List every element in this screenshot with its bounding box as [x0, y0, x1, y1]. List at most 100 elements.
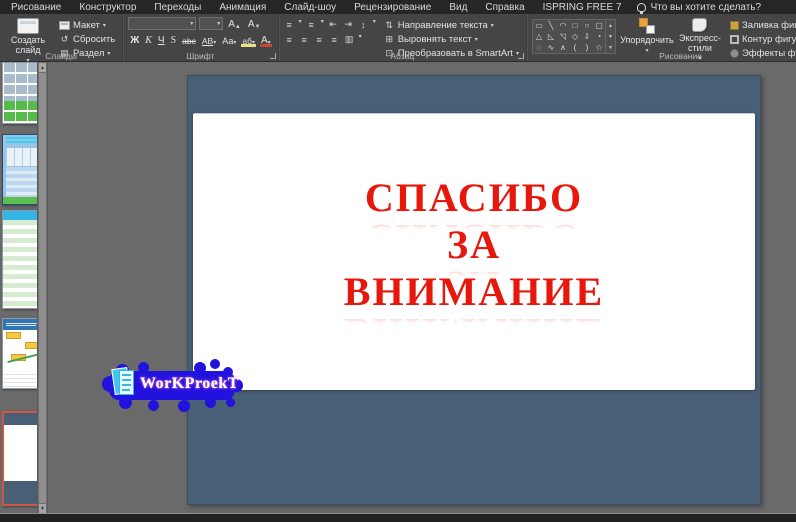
slide-thumbnail-4[interactable]: [2, 318, 37, 389]
font-color-button[interactable]: А ▾: [259, 33, 273, 47]
font-dialog-launcher[interactable]: [269, 53, 276, 59]
bullets-button[interactable]: ≡: [284, 19, 295, 30]
thumbnail-rows: [3, 374, 37, 388]
tab-animations[interactable]: Анимация: [210, 0, 275, 14]
slide-canvas[interactable]: СПАСИБО СПАСИБО ЗА ЗА ВНИМАНИЕ ВНИМАНИЕ: [187, 75, 761, 505]
thumbnail-bottom-band: [4, 481, 37, 504]
tab-design[interactable]: Конструктор: [70, 0, 145, 14]
arrange-icon: [638, 18, 655, 34]
shape-icon[interactable]: ◹: [557, 31, 569, 42]
character-spacing-button[interactable]: АВ ▾: [200, 33, 218, 46]
scrollbar-down-button[interactable]: ▼: [39, 504, 46, 513]
headline-reflection: ЗА: [447, 265, 501, 278]
shape-icon[interactable]: ⇩: [581, 31, 593, 42]
slide-thumbnail-5-selected[interactable]: [2, 411, 37, 506]
thumbnail-table: [6, 148, 37, 166]
tell-me-box[interactable]: Что вы хотите сделать?: [636, 1, 762, 14]
slide-content-area[interactable]: СПАСИБО СПАСИБО ЗА ЗА ВНИМАНИЕ ВНИМАНИЕ: [193, 113, 755, 390]
tab-transitions[interactable]: Переходы: [145, 0, 210, 14]
shape-icon[interactable]: ○: [581, 20, 593, 31]
highlight-color-button[interactable]: аб ▾: [240, 33, 257, 47]
tab-drawing[interactable]: Рисование: [2, 0, 70, 14]
italic-label: К: [145, 35, 152, 46]
tell-me-label: Что вы хотите сделать?: [650, 1, 762, 13]
justify-button[interactable]: ≡: [329, 34, 340, 45]
thumbnail-table-green: [3, 101, 37, 123]
slide-thumbnail-1[interactable]: [2, 62, 37, 124]
shrink-font-button[interactable]: А ▼: [246, 17, 263, 30]
text-direction-button[interactable]: ⇅ Направление текста ▾: [382, 19, 521, 32]
tab-slideshow[interactable]: Слайд-шоу: [275, 0, 345, 14]
increase-indent-button[interactable]: ⇥: [343, 19, 354, 30]
paragraph-dialog-launcher[interactable]: [517, 53, 524, 59]
align-left-button[interactable]: ≡: [284, 34, 295, 45]
line-spacing-button[interactable]: ↕: [358, 19, 369, 30]
tab-view[interactable]: Вид: [440, 0, 476, 14]
logo-document-icon: [111, 366, 136, 398]
align-center-button[interactable]: ≡: [299, 34, 310, 45]
ribbon-group-drawing: ▭ ╲ ◠ □ ○ ▢ △ ◺ ◹ ◇ ⇩ ◔ ◌ ∿ ∧ ( ) ☆ ▲ ▼ …: [527, 14, 796, 62]
work-area: ▲ ▼ СПАСИБО СПАСИБО ЗА ЗА ВНИМАНИЕ ВНИМА…: [0, 62, 796, 514]
shape-icon[interactable]: ▢: [593, 20, 605, 31]
lightbulb-icon: [636, 2, 646, 14]
slide-headline[interactable]: СПАСИБО СПАСИБО ЗА ЗА ВНИМАНИЕ ВНИМАНИЕ: [193, 114, 755, 326]
underline-button[interactable]: Ч: [156, 33, 167, 46]
shapes-scroll-up[interactable]: ▲: [606, 20, 615, 31]
layout-button[interactable]: Макет ▾: [57, 19, 117, 32]
shape-icon[interactable]: ╲: [545, 20, 557, 31]
italic-button[interactable]: К: [143, 33, 154, 46]
columns-button[interactable]: ▥: [344, 34, 355, 45]
grow-font-button[interactable]: А ▲: [226, 17, 243, 30]
slide-thumbnail-3[interactable]: [2, 210, 37, 309]
font-size-select[interactable]: ▾: [199, 17, 224, 30]
thumbnail-header-band: [3, 211, 37, 220]
shape-outline-button[interactable]: Контур фигуры ▾: [728, 33, 796, 46]
strikethrough-label: abc: [182, 36, 196, 46]
strikethrough-button[interactable]: abc: [180, 33, 198, 46]
headline-text: СПАСИБО: [364, 175, 584, 220]
slide-thumbnail-panel: [0, 62, 37, 514]
dropdown-arrow-icon: ▾: [372, 19, 376, 25]
tab-review[interactable]: Рецензирование: [345, 0, 440, 14]
shape-icon[interactable]: ▭: [533, 20, 545, 31]
thumbnail-title-lines: [6, 137, 37, 146]
scrollbar-up-button[interactable]: ▲: [39, 63, 46, 72]
shape-fill-button[interactable]: Заливка фигуры ▾: [728, 19, 796, 32]
change-case-button[interactable]: Аа ▾: [220, 33, 238, 46]
decrease-indent-button[interactable]: ⇤: [328, 19, 339, 30]
arrange-label: Упорядочить: [620, 35, 674, 45]
shape-icon[interactable]: ◠: [557, 20, 569, 31]
tab-help[interactable]: Справка: [476, 0, 533, 14]
change-case-label: Аа: [222, 36, 234, 46]
shadow-label: S: [170, 35, 177, 46]
ribbon-group-font: ▾ ▾ А ▲ А ▼ Ж К Ч S abc АВ ▾ Аа ▾ аб ▾ А ▾ Шри…: [123, 14, 279, 61]
shape-icon[interactable]: ◺: [545, 31, 557, 42]
font-name-select[interactable]: ▾: [128, 17, 197, 30]
shape-outline-label: Контур фигуры: [741, 34, 796, 45]
align-right-button[interactable]: ≡: [314, 34, 325, 45]
thumbnail-table-blue: [3, 63, 37, 101]
shapes-scroll-down[interactable]: ▼: [606, 31, 615, 42]
shapes-gallery[interactable]: ▭ ╲ ◠ □ ○ ▢ △ ◺ ◹ ◇ ⇩ ◔ ◌ ∿ ∧ ( ) ☆ ▲ ▼ …: [531, 19, 616, 54]
tab-ispring-free[interactable]: ISPRING FREE 7: [534, 0, 631, 14]
text-shadow-button[interactable]: S: [169, 33, 179, 46]
numbering-button[interactable]: ≡: [306, 19, 317, 30]
bold-button[interactable]: Ж: [128, 33, 141, 46]
dropdown-arrow-icon: ▾: [233, 40, 237, 46]
dropdown-arrow-icon: ▾: [251, 40, 255, 46]
dropdown-arrow-icon: ▾: [190, 20, 194, 27]
arrange-button[interactable]: Упорядочить ▾: [620, 17, 674, 55]
dropdown-arrow-icon: ▾: [474, 36, 478, 43]
headline-reflection: СПАСИБО: [365, 218, 583, 231]
reset-button[interactable]: ↺ Сбросить: [57, 33, 117, 46]
thumbnail-scrollbar[interactable]: ▲ ▼: [37, 62, 48, 514]
thumbnail-white-area: [4, 425, 37, 481]
scrollbar-thumb[interactable]: [39, 73, 46, 503]
shape-icon[interactable]: □: [569, 20, 581, 31]
ribbon: Создать слайд ▾ Макет ▾ ↺ Сбросить ▤ Раз…: [0, 14, 796, 64]
shape-icon[interactable]: △: [533, 31, 545, 42]
align-text-button[interactable]: ⊞ Выровнять текст ▾: [382, 33, 521, 46]
shape-icon[interactable]: ◇: [569, 31, 581, 42]
slide-thumbnail-2[interactable]: [2, 134, 37, 205]
shape-icon[interactable]: ◔: [593, 31, 605, 42]
